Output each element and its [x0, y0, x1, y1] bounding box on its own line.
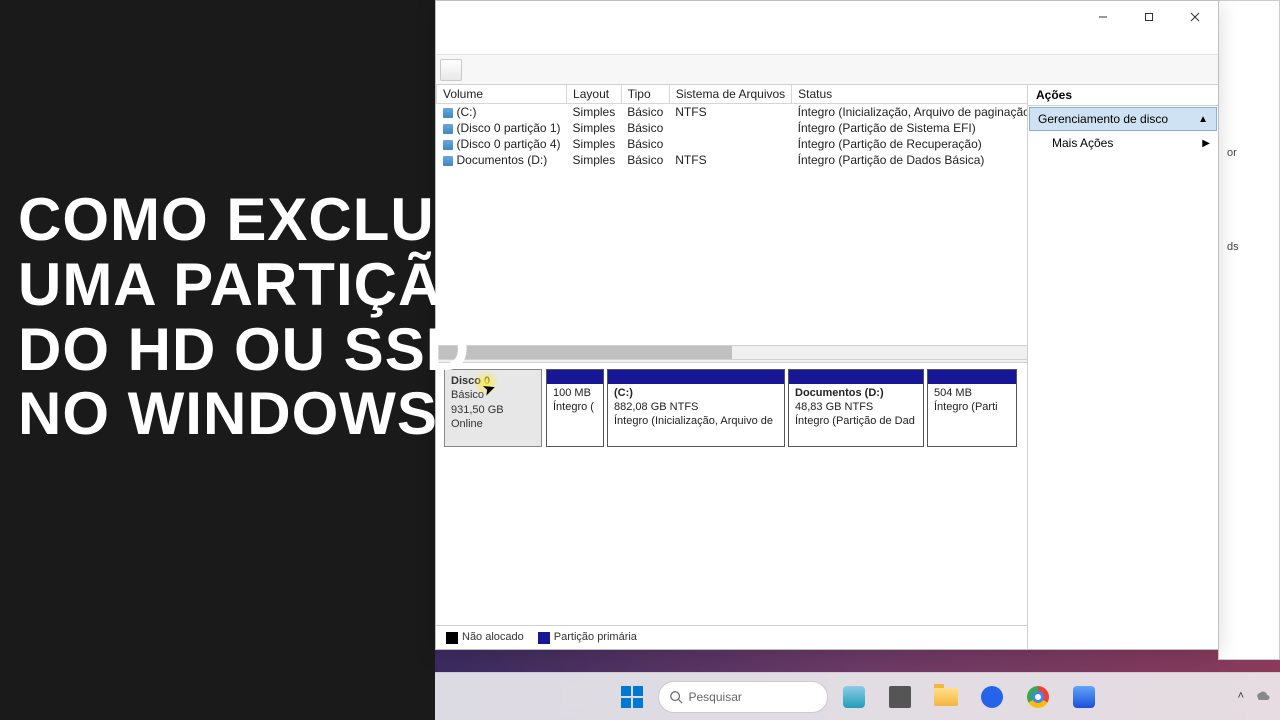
actions-group[interactable]: Gerenciamento de disco ▲ [1029, 107, 1217, 131]
start-button[interactable] [612, 677, 652, 717]
partition[interactable]: 100 MBÍntegro ( [546, 369, 604, 447]
video-title-overlay: COMO EXCLUIR UMA PARTIÇÃO DO HD OU SSD N… [18, 188, 497, 447]
partition-status: Íntegro (Parti [934, 401, 1010, 415]
onedrive-icon[interactable] [1254, 688, 1270, 704]
maximize-button[interactable] [1126, 1, 1172, 33]
col-fs[interactable]: Sistema de Arquivos [669, 85, 791, 104]
volume-icon [443, 140, 453, 150]
col-tipo[interactable]: Tipo [621, 85, 669, 104]
partition-bar [547, 370, 603, 384]
search-placeholder: Pesquisar [689, 690, 742, 704]
partition-size: 48,83 GB NTFS [795, 401, 917, 415]
disk-management-window: Volume Layout Tipo Sistema de Arquivos S… [435, 0, 1219, 650]
partition[interactable]: 504 MBÍntegro (Parti [927, 369, 1017, 447]
legend-primary: Partição primária [538, 631, 637, 643]
partition-status: Íntegro ( [553, 401, 597, 415]
partition-title: (C:) [614, 387, 778, 401]
taskbar-app-3[interactable] [1064, 677, 1104, 717]
volume-icon [443, 108, 453, 118]
table-row[interactable]: Documentos (D:)SimplesBásicoNTFSÍntegro … [437, 152, 1028, 168]
taskbar-app-1[interactable] [834, 677, 874, 717]
taskbar-app-taskview[interactable] [880, 677, 920, 717]
col-volume[interactable]: Volume [437, 85, 567, 104]
search-icon [669, 690, 683, 704]
partition[interactable]: Documentos (D:)48,83 GB NTFSÍntegro (Par… [788, 369, 924, 447]
toolbar-button[interactable] [440, 59, 462, 81]
legend: Não alocado Partição primária [436, 625, 1027, 649]
partition-bar [928, 370, 1016, 384]
partition-bar [608, 370, 784, 384]
partition-status: Íntegro (Inicialização, Arquivo de [614, 415, 778, 429]
volume-icon [443, 156, 453, 166]
partition-size: 504 MB [934, 387, 1010, 401]
submenu-icon: ▶ [1202, 138, 1210, 149]
actions-more[interactable]: Mais Ações ▶ [1028, 132, 1218, 154]
taskbar-search[interactable]: Pesquisar [658, 681, 828, 713]
close-button[interactable] [1172, 1, 1218, 33]
col-layout[interactable]: Layout [567, 85, 622, 104]
partition-size: 100 MB [553, 387, 597, 401]
table-header-row[interactable]: Volume Layout Tipo Sistema de Arquivos S… [437, 85, 1028, 104]
taskbar: Pesquisar ˄ [435, 672, 1280, 720]
titlebar [436, 1, 1218, 33]
taskbar-chrome[interactable] [1018, 677, 1058, 717]
table-row[interactable]: (C:)SimplesBásicoNTFSÍntegro (Inicializa… [437, 104, 1028, 121]
legend-unallocated: Não alocado [446, 631, 524, 643]
disk-map: ➤ Disco 0 Básico 931,50 GB Online 100 MB… [436, 363, 1027, 625]
menu-bar[interactable] [436, 33, 1218, 55]
volume-list[interactable]: Volume Layout Tipo Sistema de Arquivos S… [436, 85, 1027, 345]
taskbar-app-2[interactable] [972, 677, 1012, 717]
partition-size: 882,08 GB NTFS [614, 401, 778, 415]
partition-title: Documentos (D:) [795, 387, 917, 401]
volume-icon [443, 124, 453, 134]
table-row[interactable]: (Disco 0 partição 1)SimplesBásicoÍntegro… [437, 120, 1028, 136]
system-tray[interactable]: ˄ [1238, 672, 1270, 720]
partition-status: Íntegro (Partição de Dad [795, 415, 917, 429]
background-window: or ds [1218, 0, 1280, 660]
chrome-icon [1027, 686, 1049, 708]
minimize-button[interactable] [1080, 1, 1126, 33]
toolbar [436, 55, 1218, 85]
actions-panel: Ações Gerenciamento de disco ▲ Mais Açõe… [1028, 85, 1218, 649]
table-row[interactable]: (Disco 0 partição 4)SimplesBásicoÍntegro… [437, 136, 1028, 152]
horizontal-scrollbar[interactable] [436, 345, 1027, 359]
tray-overflow-icon[interactable]: ˄ [1238, 690, 1244, 702]
folder-icon [934, 688, 958, 706]
col-status[interactable]: Status [792, 85, 1027, 104]
partition-bar [789, 370, 923, 384]
partition[interactable]: (C:)882,08 GB NTFSÍntegro (Inicialização… [607, 369, 785, 447]
windows-logo-icon [621, 686, 643, 708]
collapse-icon: ▲ [1198, 114, 1208, 125]
taskbar-explorer[interactable] [926, 677, 966, 717]
actions-header: Ações [1028, 85, 1218, 106]
